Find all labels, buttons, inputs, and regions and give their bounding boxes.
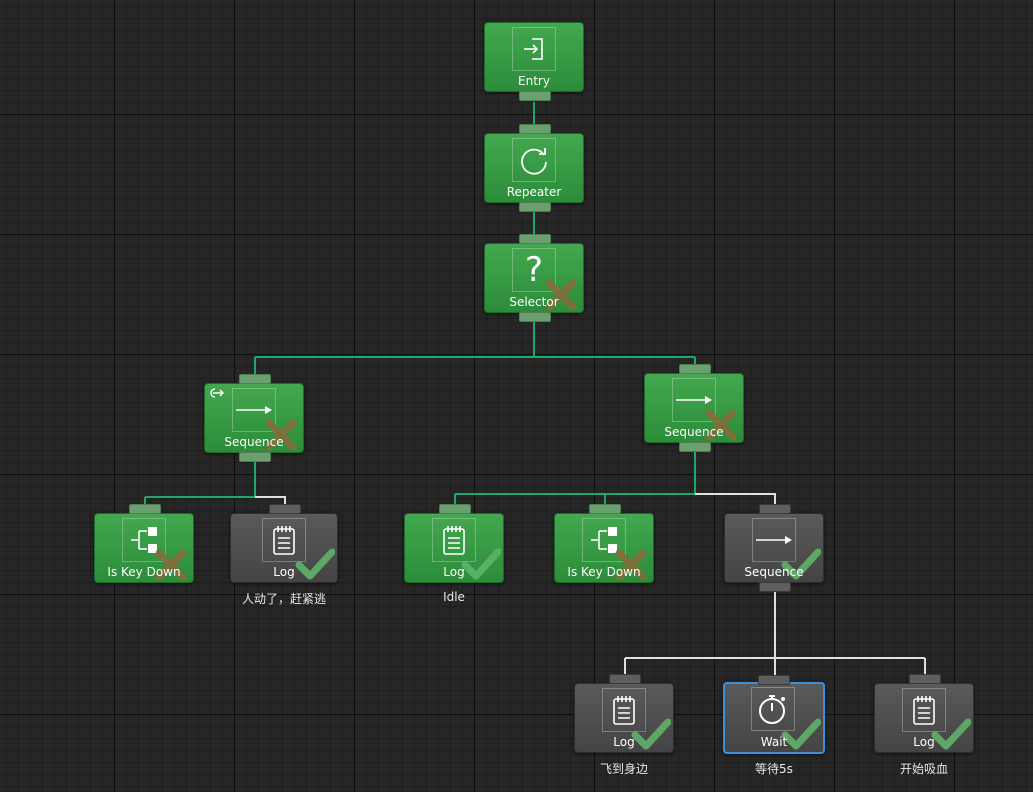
output-port[interactable] (679, 442, 711, 452)
node-comment: 等待5s (755, 762, 793, 776)
is-key-down-node-left[interactable]: Is Key Down (94, 504, 194, 583)
is-key-down-node-right[interactable]: Is Key Down (554, 504, 654, 583)
node-comment: Idle (443, 590, 465, 604)
output-port[interactable] (759, 582, 791, 592)
log-node-idle[interactable]: Log (404, 504, 504, 583)
node-label: Is Key Down (567, 565, 641, 579)
input-port[interactable] (758, 675, 790, 685)
input-port[interactable] (909, 674, 941, 684)
repeater-node[interactable]: Repeater (484, 124, 584, 212)
wire-selector-sequences (254, 322, 696, 375)
log-node-fly[interactable]: Log (574, 674, 674, 753)
input-port[interactable] (439, 504, 471, 514)
wait-node[interactable]: Wait (723, 675, 825, 754)
node-label: Log (443, 565, 465, 579)
node-label: Repeater (506, 185, 562, 199)
entry-icon (512, 27, 556, 71)
node-label: Sequence (664, 425, 724, 439)
log-node-drain[interactable]: Log (874, 674, 974, 753)
output-port[interactable] (519, 202, 551, 212)
node-label: Sequence (744, 565, 804, 579)
wire-seqleft-children (144, 462, 285, 505)
selector-node[interactable]: ? Selector (484, 234, 584, 322)
input-port[interactable] (679, 364, 711, 374)
node-comment: 人动了，赶紧逃 (241, 592, 326, 606)
output-port[interactable] (519, 312, 551, 322)
sequence-node-bottom[interactable]: Sequence (724, 504, 824, 592)
input-port[interactable] (759, 504, 791, 514)
input-port[interactable] (239, 374, 271, 384)
output-port[interactable] (519, 91, 551, 101)
node-label: Log (913, 735, 935, 749)
repeat-icon (512, 138, 556, 182)
input-port[interactable] (609, 674, 641, 684)
input-port[interactable] (589, 504, 621, 514)
node-label: Log (613, 735, 635, 749)
connection-wires (144, 102, 926, 675)
input-port[interactable] (269, 504, 301, 514)
node-label: Selector (509, 295, 559, 309)
wire-seqright-children (454, 452, 696, 505)
input-port[interactable] (519, 234, 551, 244)
output-port[interactable] (239, 452, 271, 462)
node-comment: 飞到身边 (599, 762, 648, 776)
input-port[interactable] (519, 124, 551, 134)
log-node-escape[interactable]: Log (230, 504, 338, 583)
node-label: Entry (518, 74, 550, 88)
node-label: Is Key Down (107, 565, 181, 579)
abort-type-icon (210, 388, 224, 398)
node-label: Sequence (224, 435, 284, 449)
sequence-node-left[interactable]: Sequence (204, 374, 304, 462)
wire-seqbottom-children (624, 592, 926, 675)
node-comment: 开始吸血 (899, 762, 948, 776)
node-label: Log (273, 565, 295, 579)
behavior-tree-canvas[interactable]: Entry Repeater ? Selector Sequence Seque… (0, 0, 1033, 792)
entry-node[interactable]: Entry (484, 22, 584, 101)
node-label: Wait (760, 735, 788, 749)
sequence-node-right[interactable]: Sequence (644, 364, 744, 452)
input-port[interactable] (129, 504, 161, 514)
